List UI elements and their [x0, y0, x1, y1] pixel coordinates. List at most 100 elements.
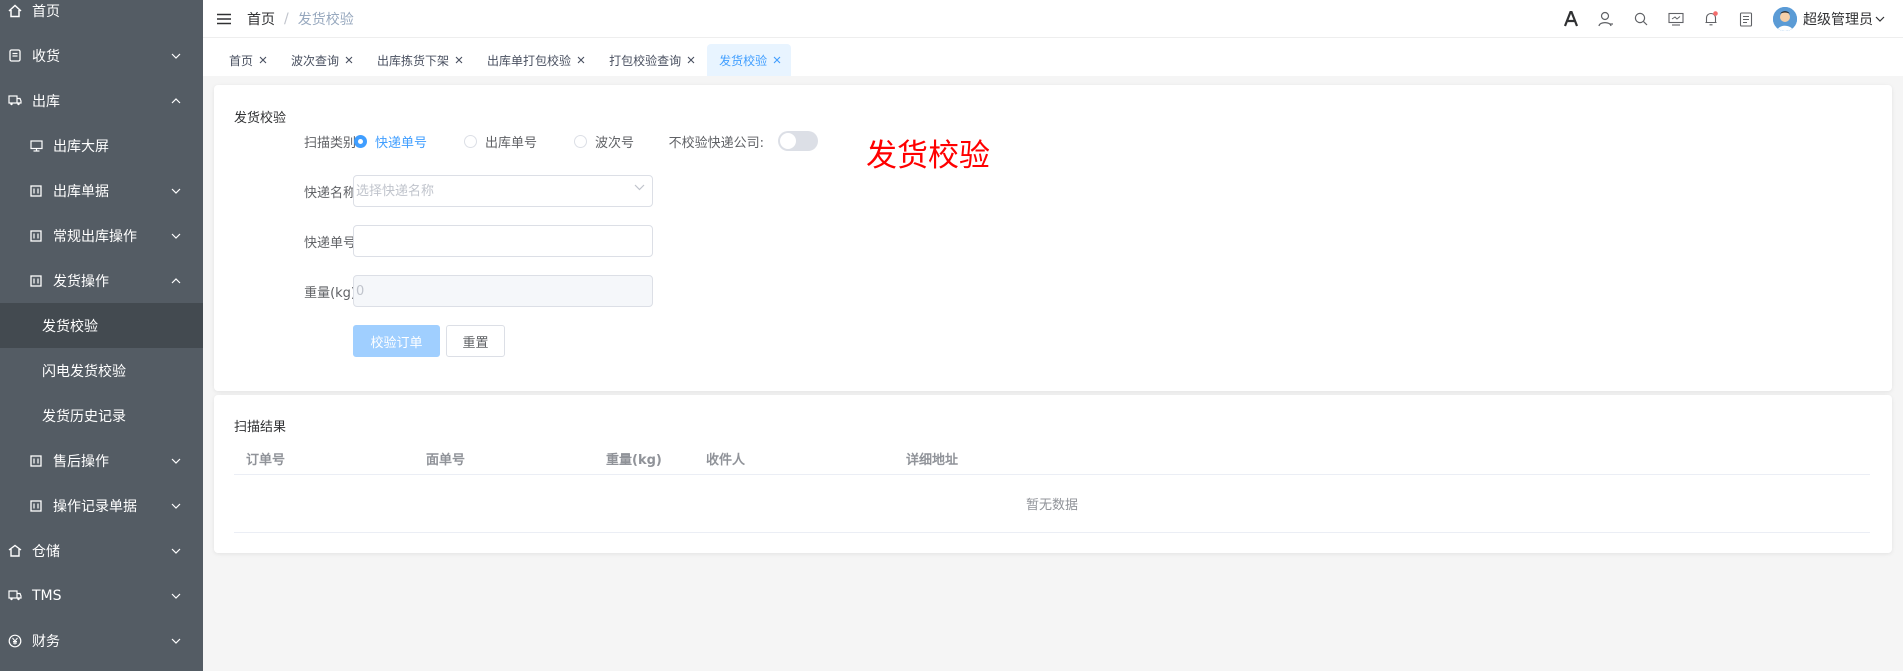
warehouse-icon [6, 544, 24, 557]
username[interactable]: 超级管理员 [1803, 9, 1873, 29]
sidebar-item-shipping-check[interactable]: 发货校验 [0, 303, 203, 348]
reset-button[interactable]: 重置 [446, 325, 505, 357]
font-size-icon[interactable] [1553, 0, 1588, 38]
sidebar-item-outbound-screen[interactable]: 出库大屏 [0, 123, 203, 168]
express-name-select[interactable] [353, 175, 653, 207]
radio-outbound-no[interactable]: 出库单号 [464, 132, 537, 151]
document-icon [27, 274, 45, 287]
chevron-down-icon [169, 188, 183, 194]
sidebar-item-home[interactable]: 首页 [0, 0, 203, 33]
sidebar-item-label: 出库 [32, 93, 60, 110]
breadcrumb-current: 发货校验 [297, 11, 354, 28]
tab-label: 波次查询 [291, 53, 340, 68]
sidebar-item-regular-outbound[interactable]: 常规出库操作 [0, 213, 203, 258]
hamburger-icon[interactable] [217, 13, 235, 25]
chevron-down-icon [634, 184, 645, 191]
document-icon [27, 454, 45, 467]
sidebar-item-label: 发货历史记录 [42, 408, 126, 425]
scan-type-label: 扫描类别 [303, 136, 356, 151]
weight-input[interactable] [353, 275, 653, 307]
close-icon[interactable] [773, 56, 781, 64]
close-icon[interactable] [577, 56, 585, 64]
sidebar-item-shipping-ops[interactable]: 发货操作 [0, 258, 203, 303]
document-icon [27, 229, 45, 242]
home-icon [6, 3, 24, 18]
chevron-down-icon[interactable] [1875, 16, 1885, 22]
tab-wave-query[interactable]: 波次查询 [279, 44, 363, 76]
search-icon[interactable] [1623, 0, 1658, 38]
sidebar-item-operation-records[interactable]: 操作记录单据 [0, 483, 203, 528]
chevron-down-icon [169, 548, 183, 554]
header-toolbar: 超级管理员 [1553, 0, 1903, 38]
truck-icon [6, 590, 24, 601]
no-check-express-switch[interactable] [778, 131, 818, 151]
document-icon [27, 499, 45, 512]
tab-label: 出库拣货下架 [377, 53, 450, 68]
chevron-down-icon [169, 53, 183, 59]
radio-express-no[interactable]: 快递单号 [354, 132, 427, 151]
verify-order-button[interactable]: 校验订单 [353, 325, 440, 357]
chevron-up-icon [169, 277, 183, 284]
avatar[interactable] [1773, 7, 1797, 31]
sidebar-item-label: 售后操作 [53, 453, 109, 470]
sidebar-item-label: 财务 [32, 633, 60, 650]
yen-icon [6, 634, 24, 648]
close-icon[interactable] [455, 56, 463, 64]
tab-home[interactable]: 首页 [217, 44, 277, 76]
sidebar-item-after-sales[interactable]: 售后操作 [0, 438, 203, 483]
express-name-input[interactable] [353, 175, 653, 207]
tab-label: 出库单打包校验 [487, 53, 572, 68]
screen-icon[interactable] [1658, 0, 1693, 38]
sidebar-item-outbound[interactable]: 出库 [0, 78, 203, 123]
section-title: 发货校验 [234, 111, 287, 126]
sidebar-item-receiving[interactable]: 收货 [0, 33, 203, 78]
page-heading: 发货校验 [866, 138, 990, 174]
sidebar-item-shipping-history[interactable]: 发货历史记录 [0, 393, 203, 438]
breadcrumb-home[interactable]: 首页 [247, 9, 275, 29]
radio-dot [574, 135, 587, 148]
tab-label: 发货校验 [719, 53, 768, 68]
document-icon[interactable] [1728, 0, 1763, 38]
monitor-icon [27, 139, 45, 152]
top-navbar: 首页 / 发货校验 超级管理员 [203, 0, 1903, 38]
results-table: 订单号 面单号 重量(kg) 收件人 详细地址 暂无数据 [234, 445, 1870, 533]
user-icon[interactable] [1588, 0, 1623, 38]
table-empty: 暂无数据 [234, 475, 1870, 533]
radio-dot [464, 135, 477, 148]
radio-dot [354, 135, 367, 148]
tab-outbound-picking[interactable]: 出库拣货下架 [365, 44, 473, 76]
tab-shipping-check[interactable]: 发货校验 [707, 44, 792, 76]
breadcrumb: 首页 / 发货校验 [247, 9, 354, 29]
close-icon[interactable] [687, 56, 695, 64]
sidebar-item-label: 发货校验 [42, 318, 98, 335]
sidebar-item-tms[interactable]: TMS [0, 573, 203, 618]
close-icon[interactable] [345, 56, 353, 64]
sidebar-item-outbound-docs[interactable]: 出库单据 [0, 168, 203, 213]
sidebar-item-label: 出库大屏 [53, 138, 109, 155]
sidebar-item-warehouse[interactable]: 仓储 [0, 528, 203, 573]
tab-packing-query[interactable]: 打包校验查询 [597, 44, 705, 76]
radio-label: 出库单号 [485, 136, 538, 151]
column-waybill-no: 面单号 [426, 453, 466, 468]
tab-label: 打包校验查询 [609, 53, 682, 68]
chevron-down-icon [169, 638, 183, 644]
weight-label: 重量(kg) [304, 286, 356, 301]
results-title: 扫描结果 [234, 420, 287, 435]
sidebar-item-label: 收货 [32, 48, 60, 65]
tags-view: 首页 波次查询 出库拣货下架 出库单打包校验 打包校验查询 发货校验 [203, 38, 1903, 76]
sidebar-item-finance[interactable]: 财务 [0, 618, 203, 663]
bell-icon[interactable] [1693, 0, 1728, 38]
column-order-no: 订单号 [246, 453, 286, 468]
scan-results-card: 扫描结果 订单号 面单号 重量(kg) 收件人 详细地址 暂无数据 [214, 395, 1892, 553]
sidebar-item-label: 出库单据 [53, 183, 109, 200]
express-no-input[interactable] [353, 225, 653, 257]
tab-packing-check[interactable]: 出库单打包校验 [475, 44, 595, 76]
sidebar-item-label: 发货操作 [53, 273, 109, 290]
receipt-icon [6, 49, 24, 62]
sidebar-item-flash-shipping-check[interactable]: 闪电发货校验 [0, 348, 203, 393]
chevron-down-icon [169, 503, 183, 509]
close-icon[interactable] [259, 56, 267, 64]
no-check-express-label: 不校验快递公司: [668, 136, 764, 151]
column-address: 详细地址 [906, 453, 959, 468]
column-recipient: 收件人 [706, 453, 746, 468]
